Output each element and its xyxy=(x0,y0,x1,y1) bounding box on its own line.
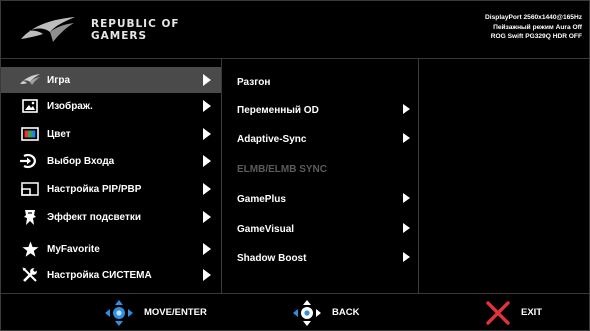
chevron-right-icon xyxy=(203,74,211,86)
sub-menu-item-variable-od[interactable]: Переменный OD xyxy=(222,97,418,123)
sub-menu-item-gameplus[interactable]: GamePlus xyxy=(222,186,418,212)
chevron-right-icon xyxy=(203,183,211,195)
lighting-effect-icon xyxy=(19,208,41,226)
chevron-right-icon xyxy=(203,243,211,255)
main-menu-item-myfavorite[interactable]: MyFavorite xyxy=(1,236,221,262)
chevron-right-icon xyxy=(403,252,410,262)
main-menu-label: MyFavorite xyxy=(47,243,100,255)
hint-back: BACK xyxy=(292,294,359,331)
status-model: ROG Swift PG329Q HDR OFF xyxy=(490,33,582,40)
footer-hints: MOVE/ENTER BACK EXIT xyxy=(1,293,589,330)
star-icon xyxy=(19,240,41,258)
joystick-back-icon xyxy=(293,299,321,326)
chevron-right-icon xyxy=(403,104,410,114)
main-menu-label: Эффект подсветки xyxy=(47,211,142,223)
main-menu-label: Цвет xyxy=(47,128,71,140)
hint-exit: EXIT xyxy=(485,294,542,331)
input-select-icon xyxy=(19,152,41,170)
rog-eye-logo-icon xyxy=(21,17,75,42)
sub-menu-item-elmb: ELMB/ELMB SYNC xyxy=(222,156,418,182)
rog-eye-icon xyxy=(19,71,41,89)
chevron-right-icon xyxy=(203,100,211,112)
exit-label: EXIT xyxy=(521,307,543,318)
sub-menu-label: Переменный OD xyxy=(237,104,319,116)
main-menu-label: Игра xyxy=(47,74,71,86)
main-menu-item-game[interactable]: Игра xyxy=(1,67,221,93)
brand-line-2: GAMERS xyxy=(91,30,148,42)
main-menu-item-image[interactable]: Изображ. xyxy=(1,93,221,119)
chevron-right-icon xyxy=(203,128,211,140)
sub-menu-label: Разгон xyxy=(237,76,271,88)
sub-menu-label: Adaptive-Sync xyxy=(237,133,307,145)
main-menu-item-input-select[interactable]: Выбор Входа xyxy=(1,148,221,174)
main-menu-item-pip[interactable]: Настройка PIP/PBP xyxy=(1,176,221,202)
main-menu-label: Изображ. xyxy=(47,100,93,112)
exit-x-icon xyxy=(486,300,510,325)
sub-menu-item-gamevisual[interactable]: GameVisual xyxy=(222,216,418,242)
sub-menu-item-overclock[interactable]: Разгон xyxy=(222,69,418,95)
brand-line-1: REPUBLIC OF xyxy=(91,18,180,30)
chevron-right-icon xyxy=(203,269,211,281)
status-signal: DisplayPort 2560x1440@165Hz xyxy=(485,14,582,21)
value-panel xyxy=(419,59,589,293)
hint-move-enter: MOVE/ENTER xyxy=(104,294,207,331)
main-menu-label: Выбор Входа xyxy=(47,155,115,167)
main-menu-item-system[interactable]: Настройка СИСТЕМА xyxy=(1,262,221,288)
tools-icon xyxy=(19,266,41,284)
main-menu-item-lighting[interactable]: Эффект подсветки xyxy=(1,204,221,230)
chevron-right-icon xyxy=(403,133,410,143)
pip-icon xyxy=(19,180,41,198)
move-enter-label: MOVE/ENTER xyxy=(144,307,207,318)
sub-menu-label: GamePlus xyxy=(237,193,286,205)
chevron-right-icon xyxy=(403,223,410,233)
back-label: BACK xyxy=(332,307,360,318)
chevron-right-icon xyxy=(203,155,211,167)
sub-menu-label: GameVisual xyxy=(237,223,295,235)
sub-menu-label: ELMB/ELMB SYNC xyxy=(237,163,327,175)
main-menu-label: Настройка СИСТЕМА xyxy=(47,269,152,281)
main-menu-label: Настройка PIP/PBP xyxy=(47,183,142,195)
status-info: DisplayPort 2560x1440@165Hz Пейзажный ре… xyxy=(485,13,582,42)
color-icon xyxy=(19,125,41,143)
sub-menu-item-shadow-boost[interactable]: Shadow Boost xyxy=(222,245,418,271)
osd-window: REPUBLIC OF GAMERS DisplayPort 2560x1440… xyxy=(0,0,590,331)
sub-menu-item-adaptive-sync[interactable]: Adaptive-Sync xyxy=(222,126,418,152)
main-menu-item-color[interactable]: Цвет xyxy=(1,121,221,147)
sub-menu-label: Shadow Boost xyxy=(237,252,307,264)
chevron-right-icon xyxy=(403,193,410,203)
status-mode: Пейзажный режим Aura Off xyxy=(493,23,582,31)
header: REPUBLIC OF GAMERS DisplayPort 2560x1440… xyxy=(1,1,589,59)
brand-text: REPUBLIC OF GAMERS xyxy=(91,18,180,42)
chevron-right-icon xyxy=(203,211,211,223)
joystick-move-icon xyxy=(105,299,133,326)
image-icon xyxy=(19,97,41,115)
